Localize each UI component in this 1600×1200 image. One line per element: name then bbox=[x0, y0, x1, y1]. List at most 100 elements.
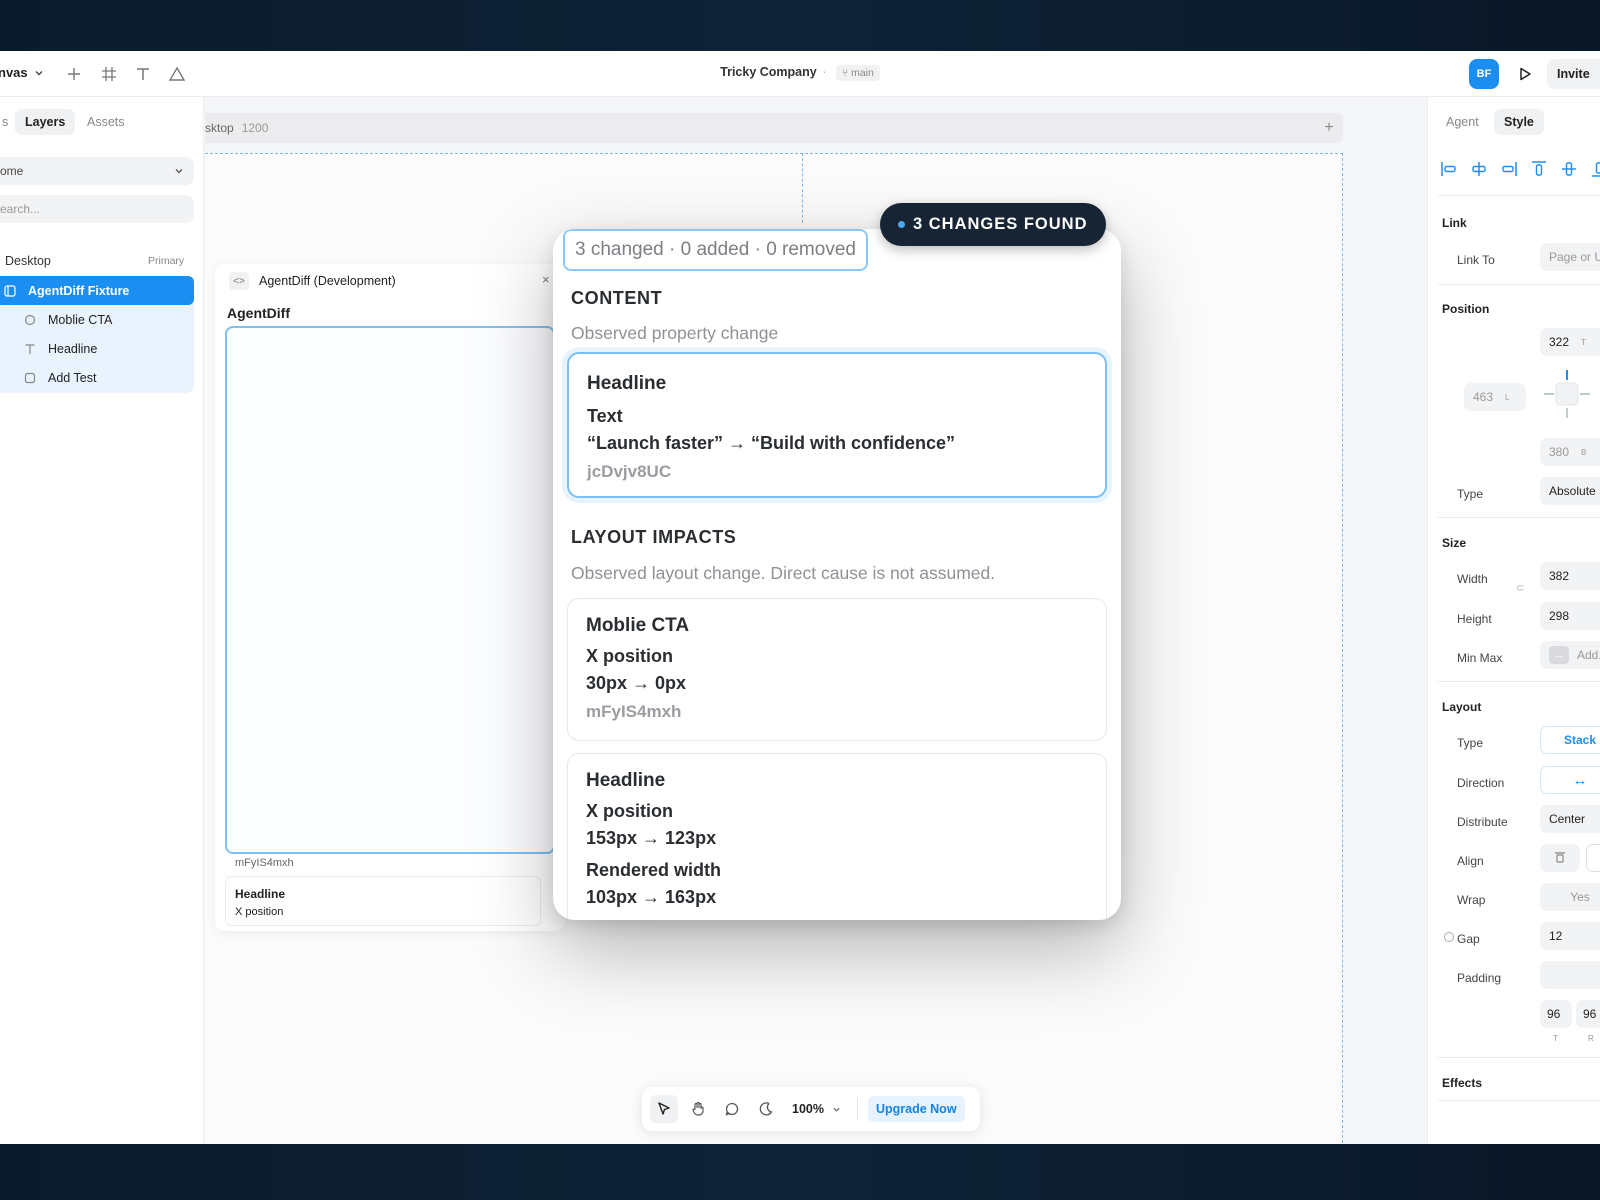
align-middle-button[interactable] bbox=[1586, 844, 1600, 872]
title-separator: · bbox=[822, 65, 827, 79]
position-constraint-widget[interactable] bbox=[1542, 368, 1592, 418]
minmax-value: Add... bbox=[1577, 648, 1600, 662]
element-id: mFyIS4mxh bbox=[235, 857, 294, 869]
layer-label: Headline bbox=[48, 341, 98, 356]
size-section-title: Size bbox=[1442, 536, 1467, 550]
padding-label: Padding bbox=[1457, 971, 1502, 985]
align-center-v-icon[interactable] bbox=[1560, 160, 1578, 178]
card-change: “Launch faster” → “Build with confidence… bbox=[587, 433, 956, 453]
layer-headline[interactable]: Headline bbox=[0, 334, 194, 363]
align-top-button[interactable] bbox=[1540, 844, 1580, 872]
link-section-title: Link bbox=[1442, 216, 1467, 230]
branch-icon: ⑂ bbox=[841, 67, 849, 79]
card-change: 30px → 0px bbox=[586, 673, 687, 693]
layout-change-card[interactable]: Moblie CTA X position 30px → 0px mFyIS4m… bbox=[567, 598, 1107, 741]
pointer-tool[interactable] bbox=[650, 1095, 678, 1123]
wrap-toggle[interactable]: Yes bbox=[1540, 883, 1600, 911]
layer-label: AgentDiff Fixture bbox=[28, 283, 130, 298]
layout-section-title: LAYOUT IMPACTS bbox=[571, 527, 737, 547]
alignment-toolbar bbox=[1440, 160, 1600, 178]
page-select[interactable]: ome bbox=[0, 157, 194, 185]
position-type-select[interactable]: Absolute bbox=[1540, 477, 1600, 505]
padding-right-input[interactable]: 96 bbox=[1576, 1000, 1600, 1028]
page-select-value: ome bbox=[0, 164, 24, 178]
layer-search-input[interactable]: earch... bbox=[0, 195, 194, 223]
gap-label: Gap bbox=[1457, 932, 1480, 946]
width-label: Width bbox=[1457, 572, 1488, 586]
theme-toggle[interactable] bbox=[752, 1095, 780, 1123]
tab-style[interactable]: Style bbox=[1494, 109, 1544, 135]
minmax-icon: ↔ bbox=[1549, 646, 1569, 664]
content-change-card[interactable]: Headline Text “Launch faster” → “Build w… bbox=[567, 352, 1107, 498]
padding-top-input[interactable]: 96 bbox=[1540, 1000, 1572, 1028]
width-input[interactable]: 382 bbox=[1540, 562, 1600, 590]
position-left-unit: L bbox=[1505, 392, 1510, 402]
screen-background bbox=[0, 1144, 1600, 1200]
frame-icon bbox=[2, 284, 18, 297]
diff-card-title: Headline bbox=[235, 887, 286, 901]
primary-tag: Primary bbox=[148, 255, 185, 267]
frame-width: 1200 bbox=[241, 121, 269, 135]
link-to-input[interactable]: Page or U bbox=[1540, 243, 1600, 271]
layout-change-card[interactable]: Headline X position 153px → 123px Render… bbox=[567, 753, 1107, 920]
distribute-select[interactable]: Center bbox=[1540, 805, 1600, 833]
tab-layers[interactable]: Layers bbox=[15, 109, 76, 135]
direction-toggle[interactable]: ↔ bbox=[1540, 766, 1600, 794]
square-icon bbox=[22, 372, 38, 384]
position-top-input[interactable]: 322 T bbox=[1540, 328, 1600, 356]
canvas-toolbar: 100% Upgrade Now bbox=[642, 1087, 980, 1131]
close-icon[interactable]: × bbox=[542, 272, 550, 287]
moon-icon bbox=[759, 1102, 773, 1116]
play-button[interactable] bbox=[1510, 59, 1540, 89]
selected-frame[interactable] bbox=[225, 326, 555, 854]
layer-moblie-cta[interactable]: Moblie CTA bbox=[0, 305, 194, 334]
frame-name: sktop bbox=[205, 121, 234, 135]
card-change: 153px → 123px bbox=[586, 828, 717, 848]
branch-badge[interactable]: ⑂ main bbox=[835, 65, 880, 81]
height-input[interactable]: 298 bbox=[1540, 602, 1600, 630]
upgrade-button[interactable]: Upgrade Now bbox=[867, 1096, 965, 1122]
position-left-input[interactable]: 463 L bbox=[1464, 383, 1526, 411]
user-avatar[interactable]: BF bbox=[1469, 59, 1499, 89]
padding-mode-select[interactable] bbox=[1540, 961, 1600, 989]
direction-label: Direction bbox=[1457, 776, 1505, 790]
layer-section-title: Desktop bbox=[5, 254, 51, 268]
add-breakpoint-icon[interactable]: + bbox=[1320, 119, 1338, 137]
invite-button[interactable]: Invite bbox=[1547, 59, 1600, 89]
branch-name: main bbox=[851, 67, 874, 79]
align-left-icon[interactable] bbox=[1440, 160, 1458, 178]
align-right-icon[interactable] bbox=[1500, 160, 1518, 178]
gap-toggle-icon[interactable] bbox=[1444, 932, 1454, 942]
comment-tool[interactable] bbox=[718, 1095, 746, 1123]
toolbar-divider bbox=[856, 1098, 858, 1120]
zoom-select[interactable]: 100% bbox=[786, 1102, 847, 1116]
layout-type-select[interactable]: Stack bbox=[1540, 726, 1600, 754]
code-icon: <> bbox=[229, 272, 249, 290]
align-top-icon[interactable] bbox=[1530, 160, 1548, 178]
divider bbox=[1438, 681, 1600, 682]
content-section-title: CONTENT bbox=[571, 288, 663, 308]
hand-tool[interactable] bbox=[684, 1095, 712, 1123]
gap-input[interactable]: 12 bbox=[1540, 922, 1600, 950]
project-name: Tricky Company bbox=[720, 65, 817, 79]
lock-aspect-icon[interactable]: ⊂ bbox=[1516, 583, 1524, 594]
layer-add-test[interactable]: Add Test bbox=[0, 363, 194, 392]
chevron-down-icon bbox=[175, 169, 183, 174]
minmax-input[interactable]: ↔ Add... bbox=[1540, 641, 1600, 669]
divider bbox=[1438, 1100, 1600, 1101]
position-bottom-input[interactable]: 380 B bbox=[1540, 438, 1600, 466]
tab-agent[interactable]: Agent bbox=[1436, 109, 1489, 135]
tab-assets[interactable]: Assets bbox=[77, 109, 135, 135]
align-center-h-icon[interactable] bbox=[1470, 160, 1488, 178]
align-bottom-icon[interactable] bbox=[1590, 160, 1600, 178]
diff-overlay: 3 changed · 0 added · 0 removed CONTENT … bbox=[553, 229, 1121, 920]
layer-agentdiff-fixture[interactable]: AgentDiff Fixture bbox=[0, 276, 194, 305]
chevron-down-icon bbox=[833, 1107, 840, 1112]
comment-icon bbox=[725, 1102, 739, 1116]
frame-header[interactable]: sktop 1200 bbox=[205, 113, 1343, 143]
wrap-label: Wrap bbox=[1457, 893, 1486, 907]
minmax-label: Min Max bbox=[1457, 651, 1503, 665]
card-element-id: mFyIS4mxh bbox=[586, 702, 682, 721]
hand-icon bbox=[692, 1101, 704, 1116]
card-property: X position bbox=[586, 801, 673, 821]
